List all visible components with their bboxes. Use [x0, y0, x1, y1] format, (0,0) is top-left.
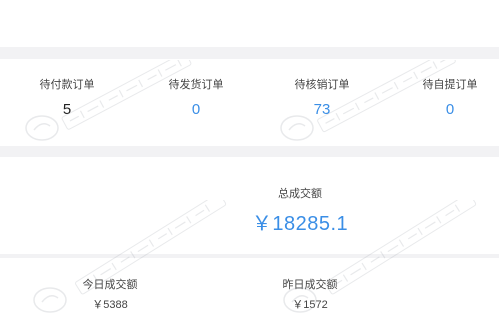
- total-sales-value: ￥18285.1: [251, 213, 349, 235]
- stat-pending-payment[interactable]: 待付款订单 5: [5, 78, 129, 119]
- stat-label: 待付款订单: [39, 79, 95, 91]
- today-sales-label: 今日成交额: [82, 279, 138, 291]
- total-sales: 总成交额 ￥18285.1: [200, 187, 400, 236]
- stat-value: 73: [313, 101, 331, 118]
- stat-label: 待发货订单: [168, 79, 224, 91]
- stat-pending-verification[interactable]: 待核销订单 73: [260, 78, 384, 119]
- total-sales-label: 总成交额: [278, 188, 322, 200]
- stat-label: 待核销订单: [294, 79, 350, 91]
- yesterday-sales: 昨日成交额 ￥1572: [270, 278, 350, 312]
- today-sales: 今日成交额 ￥5388: [70, 278, 150, 312]
- stat-pending-shipment[interactable]: 待发货订单 0: [134, 78, 258, 119]
- stat-value: 0: [191, 101, 201, 118]
- order-stats-panel: 待付款订单 5 待发货订单 0 待核销订单 73 待自提订单 0: [0, 59, 499, 146]
- yesterday-sales-value: ￥1572: [292, 299, 328, 311]
- stat-value: 0: [445, 101, 455, 118]
- stat-pending-pickup[interactable]: 待自提订单 0: [388, 78, 499, 119]
- today-sales-value: ￥5388: [92, 299, 128, 311]
- stat-label: 待自提订单: [422, 79, 478, 91]
- top-panel: [0, 0, 499, 47]
- total-sales-panel: 总成交额 ￥18285.1: [0, 157, 499, 254]
- daily-sales-panel: 今日成交额 ￥5388 昨日成交额 ￥1572: [0, 258, 499, 331]
- stat-value: 5: [62, 101, 72, 118]
- yesterday-sales-label: 昨日成交额: [282, 279, 338, 291]
